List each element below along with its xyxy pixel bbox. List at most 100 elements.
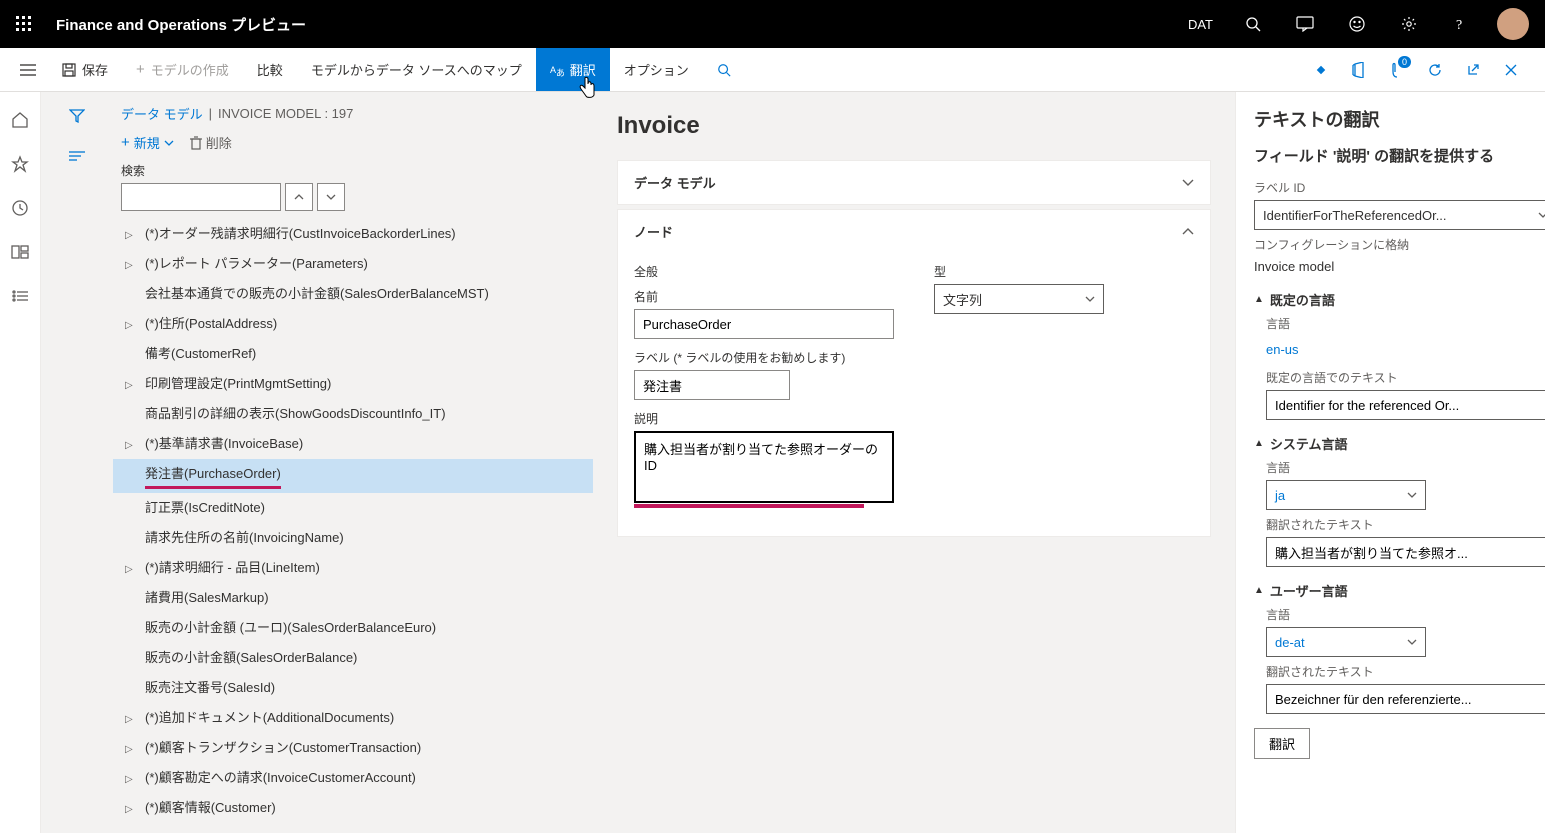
- option-button[interactable]: オプション: [610, 48, 703, 91]
- chevron-right-icon[interactable]: ▷: [125, 255, 139, 277]
- home-icon[interactable]: [0, 100, 40, 140]
- user-lang-value: de-at: [1275, 635, 1305, 650]
- tree-item[interactable]: ▷ (*)オーダー残請求明細行(CustInvoiceBackorderLines…: [113, 219, 593, 249]
- tree-item[interactable]: 諸費用(SalesMarkup): [113, 583, 593, 613]
- company-picker[interactable]: DAT: [1176, 17, 1225, 32]
- lang-label-3: 言語: [1266, 606, 1545, 623]
- default-lang-value[interactable]: en-us: [1266, 336, 1299, 363]
- search-down-button[interactable]: [317, 183, 345, 211]
- compare-button[interactable]: 比較: [243, 48, 297, 91]
- refresh-icon[interactable]: [1417, 52, 1453, 88]
- tree-item[interactable]: 販売の小計金額(SalesOrderBalance): [113, 643, 593, 673]
- left-rail: [0, 92, 41, 833]
- nav-toggle-icon[interactable]: [8, 48, 48, 91]
- star-icon[interactable]: [0, 144, 40, 184]
- labelid-select[interactable]: IdentifierForTheReferencedOr...: [1254, 200, 1545, 230]
- chevron-right-icon[interactable]: ▷: [125, 769, 139, 791]
- svg-text:?: ?: [1456, 18, 1462, 32]
- tree-item-label: 訂正票(IsCreditNote): [145, 500, 265, 515]
- system-lang-select[interactable]: ja: [1266, 480, 1426, 510]
- tree-item[interactable]: ▷ (*)顧客勘定への請求(InvoiceCustomerAccount): [113, 763, 593, 793]
- system-lang-section[interactable]: ▲システム言語: [1254, 434, 1545, 453]
- tree-item[interactable]: 販売の小計金額 (ユーロ)(SalesOrderBalanceEuro): [113, 613, 593, 643]
- label-field[interactable]: [634, 370, 790, 400]
- help-icon[interactable]: ?: [1437, 0, 1485, 48]
- save-button[interactable]: 保存: [48, 48, 122, 91]
- breadcrumb-root[interactable]: データ モデル: [121, 104, 203, 123]
- tree-item[interactable]: 商品割引の詳細の表示(ShowGoodsDiscountInfo_IT): [113, 399, 593, 429]
- tree-item[interactable]: ▷ (*)顧客トランザクション(CustomerTransaction): [113, 733, 593, 763]
- filter-icon[interactable]: [57, 100, 97, 132]
- clock-icon[interactable]: [0, 188, 40, 228]
- search-icon[interactable]: [1229, 0, 1277, 48]
- tree-item[interactable]: ▷(*)追加ドキュメント(AdditionalDocuments): [113, 703, 593, 733]
- gear-icon[interactable]: [1385, 0, 1433, 48]
- tree-item-label: (*)顧客トランザクション(CustomerTransaction): [145, 740, 421, 755]
- translate-button[interactable]: Aあ 翻訳: [536, 48, 610, 91]
- tree-item[interactable]: ▷ (*)レポート パラメーター(Parameters): [113, 249, 593, 279]
- popout-icon[interactable]: [1455, 52, 1491, 88]
- smile-icon[interactable]: [1333, 0, 1381, 48]
- user-lang-section[interactable]: ▲ユーザー言語: [1254, 581, 1545, 600]
- user-lang-select[interactable]: de-at: [1266, 627, 1426, 657]
- module-icon[interactable]: [0, 276, 40, 316]
- search-up-button[interactable]: [285, 183, 313, 211]
- type-select[interactable]: 文字列: [934, 284, 1104, 314]
- label-field-label: ラベル (* ラベルの使用をお勧めします): [634, 349, 894, 366]
- tree-item[interactable]: 会社基本通貨での販売の小計金額(SalesOrderBalanceMST): [113, 279, 593, 309]
- chevron-right-icon[interactable]: ▷: [125, 225, 139, 247]
- user-translated-field[interactable]: [1266, 684, 1545, 714]
- workspace-icon[interactable]: [0, 232, 40, 272]
- chevron-right-icon[interactable]: ▷: [125, 375, 139, 397]
- tree-item[interactable]: 発注書(PurchaseOrder): [113, 459, 593, 493]
- translate-action-button[interactable]: 翻訳: [1254, 728, 1310, 759]
- tree-panel: データ モデル | INVOICE MODEL : 197 + 新規 削除 検索: [113, 92, 593, 833]
- tree-item[interactable]: 備考(CustomerRef): [113, 339, 593, 369]
- new-button[interactable]: + 新規: [121, 133, 174, 152]
- labelid-value: IdentifierForTheReferencedOr...: [1263, 208, 1447, 223]
- chevron-right-icon[interactable]: ▷: [125, 435, 139, 457]
- tree-item-label: (*)オーダー残請求明細行(CustInvoiceBackorderLines): [145, 226, 456, 241]
- tree-item[interactable]: ▷印刷管理設定(PrintMgmtSetting): [113, 369, 593, 399]
- tree-item[interactable]: ▷ (*)顧客情報(Customer): [113, 793, 593, 823]
- tree-item-label: (*)レポート パラメーター(Parameters): [145, 256, 368, 271]
- app-launcher-icon[interactable]: [8, 16, 40, 32]
- tree-item-label: (*)顧客情報(Customer): [145, 800, 276, 815]
- office-icon[interactable]: [1341, 52, 1377, 88]
- default-text-field[interactable]: [1266, 390, 1545, 420]
- chevron-right-icon[interactable]: ▷: [125, 559, 139, 581]
- attach-icon[interactable]: 0: [1379, 52, 1415, 88]
- diamond-icon[interactable]: [1303, 52, 1339, 88]
- default-lang-section[interactable]: ▲既定の言語: [1254, 290, 1545, 309]
- tree-item[interactable]: 訂正票(IsCreditNote): [113, 493, 593, 523]
- list-column: [41, 92, 113, 833]
- card-node: ノード 全般 名前 ラベル (* ラベルの使用をお勧めします): [617, 209, 1211, 537]
- chevron-right-icon[interactable]: ▷: [125, 709, 139, 731]
- delete-button[interactable]: 削除: [190, 133, 232, 152]
- description-field[interactable]: 購入担当者が割り当てた参照オーダーの ID: [634, 431, 894, 503]
- chevron-right-icon[interactable]: ▷: [125, 799, 139, 821]
- chat-icon[interactable]: [1281, 0, 1329, 48]
- map-datasource-button[interactable]: モデルからデータ ソースへのマップ: [297, 48, 536, 91]
- chevron-right-icon[interactable]: ▷: [125, 739, 139, 761]
- chevron-down-icon: [1085, 296, 1095, 302]
- tree-item-label: (*)顧客勘定への請求(InvoiceCustomerAccount): [145, 770, 416, 785]
- tree-item[interactable]: ▷(*)住所(PostalAddress): [113, 309, 593, 339]
- tree-item[interactable]: 請求先住所の名前(InvoicingName): [113, 523, 593, 553]
- tree-item-label: 請求先住所の名前(InvoicingName): [145, 530, 344, 545]
- tree-item[interactable]: ▷(*)請求明細行 - 品目(LineItem): [113, 553, 593, 583]
- card-datamodel-header[interactable]: データ モデル: [618, 161, 1210, 204]
- avatar[interactable]: [1497, 8, 1529, 40]
- system-translated-field[interactable]: [1266, 537, 1545, 567]
- chevron-right-icon[interactable]: ▷: [125, 315, 139, 337]
- tree-item-label: 会社基本通貨での販売の小計金額(SalesOrderBalanceMST): [145, 286, 489, 301]
- close-icon[interactable]: [1493, 52, 1529, 88]
- command-search-icon[interactable]: [703, 48, 745, 91]
- tree-item[interactable]: 販売注文番号(SalesId): [113, 673, 593, 703]
- create-model-button[interactable]: + モデルの作成: [122, 48, 243, 91]
- name-field[interactable]: [634, 309, 894, 339]
- search-input[interactable]: [121, 183, 281, 211]
- card-node-header[interactable]: ノード: [618, 210, 1210, 253]
- lines-icon[interactable]: [57, 140, 97, 172]
- tree-item[interactable]: ▷(*)基準請求書(InvoiceBase): [113, 429, 593, 459]
